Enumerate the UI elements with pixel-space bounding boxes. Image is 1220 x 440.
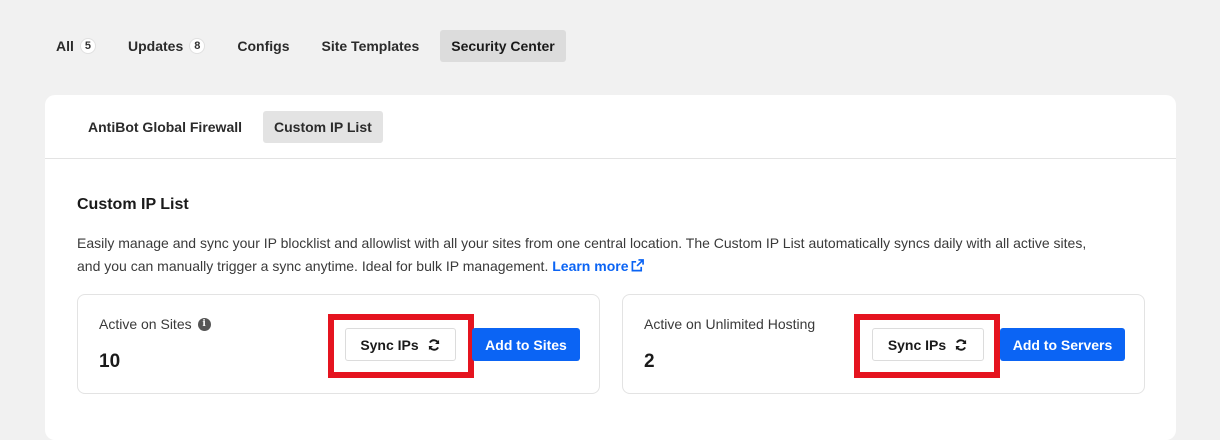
tab-security-center[interactable]: Security Center	[440, 30, 566, 62]
learn-more-label: Learn more	[552, 258, 629, 274]
top-tab-bar: All 5 Updates 8 Configs Site Templates S…	[45, 30, 576, 62]
sync-ips-sites-button[interactable]: Sync IPs	[345, 328, 456, 361]
sync-icon	[428, 338, 439, 351]
active-on-hosting-panel: Active on Unlimited Hosting 2 Sync IPs A…	[622, 294, 1145, 394]
section-description: Easily manage and sync your IP blocklist…	[77, 232, 1107, 278]
tab-all[interactable]: All 5	[45, 30, 107, 62]
tab-security-center-label: Security Center	[451, 38, 555, 54]
tab-antibot-global-firewall[interactable]: AntiBot Global Firewall	[77, 111, 253, 143]
tab-all-label: All	[56, 38, 74, 54]
external-link-icon	[632, 259, 645, 272]
add-to-sites-button[interactable]: Add to Sites	[472, 328, 580, 361]
tab-custom-ip-list-label: Custom IP List	[274, 118, 372, 135]
active-on-hosting-count: 2	[644, 351, 655, 372]
active-on-hosting-label: Active on Unlimited Hosting	[644, 316, 816, 332]
active-on-hosting-label-row: Active on Unlimited Hosting	[644, 316, 815, 332]
tab-updates-label: Updates	[128, 38, 184, 54]
add-to-servers-button[interactable]: Add to Servers	[1000, 328, 1125, 361]
tab-antibot-label: AntiBot Global Firewall	[88, 118, 243, 135]
tab-updates[interactable]: Updates 8	[117, 30, 216, 62]
tab-configs[interactable]: Configs	[226, 30, 300, 62]
info-icon[interactable]: i	[197, 317, 211, 331]
sync-icon	[955, 338, 967, 351]
tab-configs-label: Configs	[237, 38, 290, 54]
section-title: Custom IP List	[77, 196, 189, 213]
sync-ips-sites-label: Sync IPs	[360, 336, 419, 353]
sub-tab-bar: AntiBot Global Firewall Custom IP List	[45, 95, 1176, 159]
tab-site-templates[interactable]: Site Templates	[310, 30, 430, 62]
sync-ips-hosting-label: Sync IPs	[887, 336, 947, 353]
learn-more-link[interactable]: Learn more	[552, 258, 645, 274]
tab-site-templates-label: Site Templates	[321, 38, 420, 54]
tab-all-count-badge: 5	[79, 38, 97, 54]
sync-ips-hosting-button[interactable]: Sync IPs	[872, 328, 984, 361]
active-on-sites-label-row: Active on Sites i	[99, 316, 211, 332]
active-on-sites-count: 10	[99, 351, 121, 372]
security-center-card: AntiBot Global Firewall Custom IP List C…	[45, 95, 1176, 440]
active-on-sites-label: Active on Sites	[99, 316, 192, 332]
tab-updates-count-badge: 8	[189, 38, 206, 54]
tab-custom-ip-list[interactable]: Custom IP List	[263, 110, 383, 143]
active-on-sites-panel: Active on Sites i 10 Sync IPs Add to Sit…	[77, 294, 600, 394]
